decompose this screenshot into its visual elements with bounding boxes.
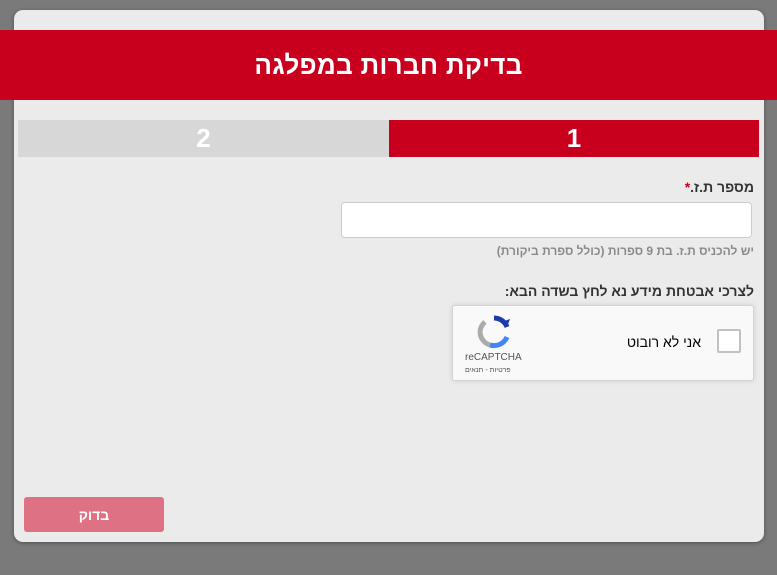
recaptcha-brand: reCAPTCHA bbox=[465, 352, 522, 363]
recaptcha-logo-icon bbox=[477, 315, 510, 349]
recaptcha-widget: אני לא רובוט reCAPTCHA פרטיות - תנאים bbox=[452, 305, 754, 381]
id-number-help: יש להכניס ת.ז. בת 9 ספרות (כולל ספרת ביק… bbox=[496, 244, 754, 258]
step-1: 1 bbox=[389, 120, 759, 157]
recaptcha-checkbox[interactable] bbox=[717, 329, 741, 353]
step-2: 2 bbox=[18, 120, 389, 157]
security-instruction: לצרכי אבטחת מידע נא לחץ בשדה הבא: bbox=[504, 283, 754, 299]
recaptcha-label: אני לא רובוט bbox=[626, 334, 701, 350]
recaptcha-terms-link[interactable]: פרטיות - תנאים bbox=[465, 367, 511, 374]
id-number-input[interactable] bbox=[341, 202, 752, 238]
step-indicator: 2 1 bbox=[18, 120, 759, 157]
dialog-title: בדיקת חברות במפלגה bbox=[0, 30, 777, 100]
id-number-label: מספר ת.ז.* bbox=[685, 179, 754, 195]
id-number-label-text: מספר ת.ז. bbox=[690, 179, 754, 195]
check-button[interactable]: בדוק bbox=[24, 497, 164, 532]
